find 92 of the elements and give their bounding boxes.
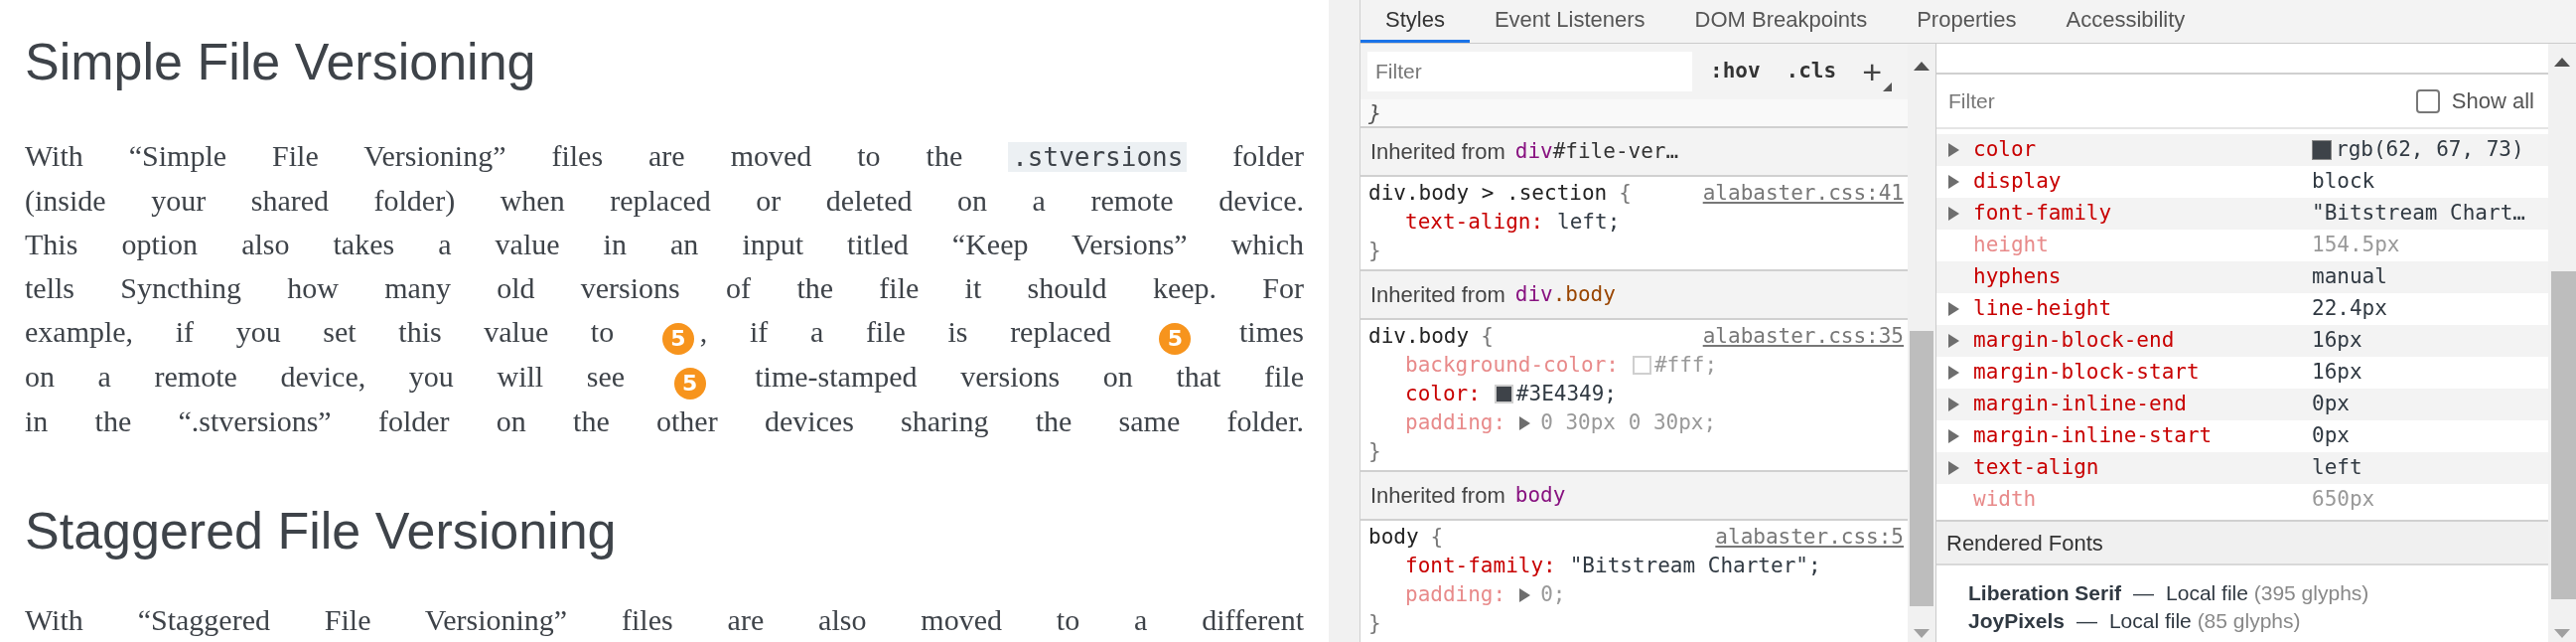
show-all-checkbox[interactable]: Show all [2415,84,2534,117]
expand-triangle-icon[interactable] [1948,302,1959,316]
inherited-label: Inherited from [1370,138,1505,166]
section-header: Rendered Fonts [1936,522,2548,565]
computed-property[interactable]: margin-inline-end [1973,389,2187,420]
tab[interactable]: Properties [1892,0,2042,43]
scrollbar[interactable] [1908,44,1935,642]
corner-triangle-icon [1883,82,1892,91]
computed-value: 0px [2312,391,2350,418]
expand-triangle-icon[interactable] [1948,334,1959,348]
computed-value: 16px [2312,359,2362,387]
inherited-selector[interactable]: div.body [1514,278,1616,311]
inherited-label: Inherited from [1370,281,1505,309]
section-heading: Simple File Versioning [25,32,537,92]
expand-triangle-icon[interactable] [1519,415,1531,430]
computed-property[interactable]: display [1973,166,2062,198]
tab[interactable]: Accessibility [2041,0,2211,43]
css-brace: } [1360,99,1908,128]
css-value[interactable]: "Bitstream Charter"; [1569,552,1821,580]
source-link[interactable]: alabaster.css:41 [1702,179,1904,208]
computed-property[interactable]: color [1973,134,2037,166]
scroll-up-icon[interactable] [1914,62,1930,71]
expand-triangle-icon[interactable] [1948,143,1959,157]
font-name: JoyPixels [1968,608,2065,634]
inherited-selector[interactable]: body [1514,479,1566,512]
expand-triangle-icon[interactable] [1948,366,1959,380]
computed-value: 16px [2312,327,2362,355]
computed-property[interactable]: line-height [1973,293,2112,325]
inherited-label: Inherited from [1370,482,1505,510]
font-source: Local file (395 glyphs) [2166,580,2369,606]
tab[interactable]: DOM Breakpoints [1669,0,1893,43]
body-paragraph: With “Simple File Versioning” files are moved to the .stversions folder (inside your shared folder) when replaced or deleted on a remote device. This option also takes a value in an input titled “Keep Versions” which tells Syncthing how many old versions of the file it should keep. For example, if you set this value to 5 , if a file is replaced 5 times on a remote device, you will see 5 time-stamped versions on that file in the “.stversions” folder on the other devices sharing the same folder. [25,138,1304,439]
css-brace: } [1368,438,1382,465]
tab[interactable]: Event Listeners [1469,0,1670,43]
computed-value: 154.5px [2312,232,2400,259]
toggle-button[interactable]: :hov [1710,56,1761,87]
css-brace: { [1619,180,1632,207]
computed-value: 0px [2312,422,2350,450]
computed-value: left [2312,454,2362,482]
css-brace: { [1481,323,1494,350]
css-selector: div.body [1368,323,1470,350]
number-badge: 5 [673,368,706,400]
computed-value: manual [2312,263,2387,291]
source-link[interactable]: alabaster.css:5 [1715,523,1904,552]
inherited-selector[interactable]: div#file-ver… [1514,135,1679,168]
color-swatch[interactable] [1494,385,1513,403]
inline-code: .stversions [1008,142,1188,172]
css-value[interactable]: #3E4349; [1515,380,1617,408]
scrollbar-thumb[interactable] [2551,271,2576,599]
scrollbar[interactable] [2548,44,2576,642]
computed-value: 22.4px [2312,295,2387,323]
source-link[interactable]: alabaster.css:35 [1702,322,1904,351]
computed-property[interactable]: margin-block-end [1973,325,2175,357]
toggle-button[interactable]: .cls [1786,56,1837,87]
css-brace: } [1368,238,1382,264]
dash: — [2133,580,2155,606]
computed-value: rgb(62, 67, 73) [2336,136,2524,164]
css-property[interactable]: font-family: [1405,552,1556,580]
number-badge: 5 [661,323,694,355]
expand-triangle-icon[interactable] [1948,398,1959,411]
css-property[interactable]: color: [1405,380,1481,408]
expand-triangle-icon[interactable] [1948,429,1959,443]
computed-property[interactable]: hyphens [1973,261,2062,293]
expand-triangle-icon[interactable] [1519,587,1531,602]
computed-property[interactable]: text-align [1973,452,2099,484]
scrollbar-thumb[interactable] [1910,331,1933,606]
filter-field[interactable]: Filter [1948,80,2416,121]
scroll-up-icon[interactable] [2554,58,2570,67]
color-swatch[interactable] [1632,356,1651,375]
computed-value: block [2312,168,2375,196]
font-name: Liberation Serif [1968,580,2122,606]
body-paragraph: With “Staggered File Versioning” files are also moved to a different [25,602,1304,638]
number-badge: 5 [1159,323,1192,355]
css-selector: div.body > .section [1368,180,1608,207]
computed-value: "Bitstream Chart… [2312,200,2525,228]
css-value[interactable]: left; [1557,208,1621,237]
css-brace: } [1368,610,1382,637]
computed-property[interactable]: margin-block-start [1973,357,2200,389]
new-rule-button[interactable]: + [1862,52,1892,91]
computed-property[interactable]: font-family [1973,198,2112,230]
filter-field[interactable]: Filter [1367,52,1692,91]
expand-triangle-icon[interactable] [1948,207,1959,221]
section-heading: Staggered File Versioning [25,501,618,562]
css-property[interactable]: text-align: [1405,208,1544,237]
computed-property[interactable]: margin-inline-start [1973,420,2213,452]
computed-value: 650px [2312,486,2375,514]
expand-triangle-icon[interactable] [1948,175,1959,189]
css-selector: body [1368,524,1419,551]
font-source: Local file (85 glyphs) [2108,608,2301,634]
css-brace: { [1430,524,1444,551]
expand-triangle-icon[interactable] [1948,461,1959,475]
dash: — [2075,608,2097,634]
